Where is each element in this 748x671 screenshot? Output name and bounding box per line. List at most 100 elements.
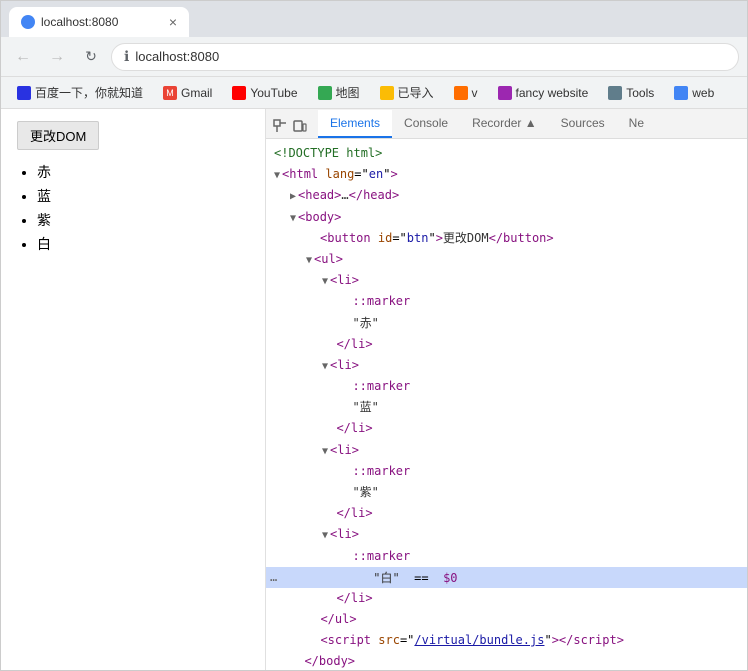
tab-recorder[interactable]: Recorder ▲ [460,110,549,138]
html-toggle[interactable]: ▼ [274,168,280,184]
page-list: 赤 蓝 紫 白 [37,162,249,254]
tab-favicon [21,15,35,29]
bookmark-import[interactable]: 已导入 [372,80,442,105]
tab-elements[interactable]: Elements [318,110,392,138]
bookmark-import-label: 已导入 [398,84,434,101]
ul-open: <ul> [314,250,343,269]
dom-li4-marker-line[interactable]: ::marker [266,546,747,567]
body-open: <body> [298,208,341,227]
device-toggle-icon[interactable] [292,118,308,134]
html-open-tag: <html [282,165,318,184]
tab-close-button[interactable]: × [169,15,177,29]
li2-open: <li> [330,356,359,375]
list-item: 赤 [37,162,249,182]
li1-close: </li> [336,335,372,354]
head-toggle[interactable]: ▶ [290,189,296,205]
bookmark-v[interactable]: v [446,82,486,104]
script-src-link[interactable]: /virtual/bundle.js [414,631,544,650]
browser-window: localhost:8080 × ← → ↻ ℹ localhost:8080 … [0,0,748,671]
url-bar[interactable]: ℹ localhost:8080 [111,43,739,71]
gmail-favicon: M [163,86,177,100]
li4-toggle[interactable]: ▼ [322,528,328,544]
dom-li2-close-line: </li> [266,418,747,439]
devtools-tab-bar: Elements Console Recorder ▲ Sources Ne [266,109,747,139]
forward-button[interactable]: → [43,43,71,71]
dom-li4-close-line: </li> [266,588,747,609]
li1-marker: ::marker [352,292,410,311]
tab-network[interactable]: Ne [617,110,656,138]
tab-bar: localhost:8080 × [1,1,747,37]
bookmarks-bar: 百度一下，你就知道 M Gmail YouTube 地图 已导入 v fancy… [1,77,747,109]
ul-toggle[interactable]: ▼ [306,253,312,269]
dom-li3-marker-line[interactable]: ::marker [266,461,747,482]
li2-text: "蓝" [352,398,378,417]
ditu-favicon [318,86,332,100]
dom-li3-text-line: "紫" [266,482,747,503]
doctype-text: <!DOCTYPE html> [274,144,382,163]
inspect-element-icon[interactable] [272,118,288,134]
tab-console[interactable]: Console [392,110,460,138]
dom-li4-line[interactable]: ▼ <li> [266,524,747,545]
list-item: 白 [37,234,249,254]
change-dom-button[interactable]: 更改DOM [17,121,99,150]
bookmark-youtube[interactable]: YouTube [224,82,305,104]
li4-marker: ::marker [352,547,410,566]
bookmark-gmail[interactable]: M Gmail [155,82,220,104]
bookmark-baidu[interactable]: 百度一下，你就知道 [9,80,151,105]
dom-html-line[interactable]: ▼ <html lang="en" > [266,164,747,185]
li2-toggle[interactable]: ▼ [322,359,328,375]
url-text: localhost:8080 [135,49,219,64]
back-button[interactable]: ← [9,43,37,71]
bookmark-youtube-label: YouTube [250,86,297,100]
dom-doctype-line: <!DOCTYPE html> [266,143,747,164]
highlighted-dom-line[interactable]: … "白" == $0 [266,567,747,588]
dom-li1-marker-line[interactable]: ::marker [266,291,747,312]
dom-ul-line[interactable]: ▼ <ul> [266,249,747,270]
li3-toggle[interactable]: ▼ [322,444,328,460]
li1-text: "赤" [352,314,378,333]
reload-button[interactable]: ↻ [77,43,105,71]
fancy-favicon [498,86,512,100]
bookmark-tools-label: Tools [626,86,654,100]
head-open: <head> [298,186,341,205]
html-lang-value: en [369,165,383,184]
li3-open: <li> [330,441,359,460]
youtube-favicon [232,86,246,100]
dom-li2-line[interactable]: ▼ <li> [266,355,747,376]
address-bar: ← → ↻ ℹ localhost:8080 [1,37,747,77]
dom-head-line[interactable]: ▶ <head> … </head> [266,185,747,206]
import-favicon [380,86,394,100]
dom-button-line[interactable]: <button id="btn" > 更改DOM </button> [266,228,747,249]
dom-li3-close-line: </li> [266,503,747,524]
li1-toggle[interactable]: ▼ [322,274,328,290]
button-open: <button [320,229,371,248]
v-favicon [454,86,468,100]
html-lang-attr: lang [325,165,354,184]
li4-open: <li> [330,525,359,544]
button-toggle [306,232,318,248]
secure-icon: ℹ [124,48,129,65]
dom-li1-line[interactable]: ▼ <li> [266,270,747,291]
body-toggle[interactable]: ▼ [290,211,296,227]
li3-text: "紫" [352,483,378,502]
bookmark-ditu[interactable]: 地图 [310,80,368,105]
ul-close: </ul> [320,610,356,629]
bookmark-fancy[interactable]: fancy website [490,82,597,104]
dom-li2-text-line: "蓝" [266,397,747,418]
html-attr-space [318,165,325,184]
devtools-body: <!DOCTYPE html> ▼ <html lang="en" > ▶ <h… [266,139,747,670]
li1-open: <li> [330,271,359,290]
bookmark-web[interactable]: web [666,82,722,104]
bookmark-tools[interactable]: Tools [600,82,662,104]
dom-body-line[interactable]: ▼ <body> [266,207,747,228]
tab-sources[interactable]: Sources [549,110,617,138]
li3-close: </li> [336,504,372,523]
body-close: </body> [304,652,355,670]
dom-li3-line[interactable]: ▼ <li> [266,440,747,461]
dom-li2-marker-line[interactable]: ::marker [266,376,747,397]
browser-tab[interactable]: localhost:8080 × [9,7,189,37]
dom-script-line[interactable]: <script src="/virtual/bundle.js" ></scri… [266,630,747,651]
baidu-favicon [17,86,31,100]
head-close: </head> [349,186,400,205]
highlighted-text: "白" == $0 [285,569,457,586]
